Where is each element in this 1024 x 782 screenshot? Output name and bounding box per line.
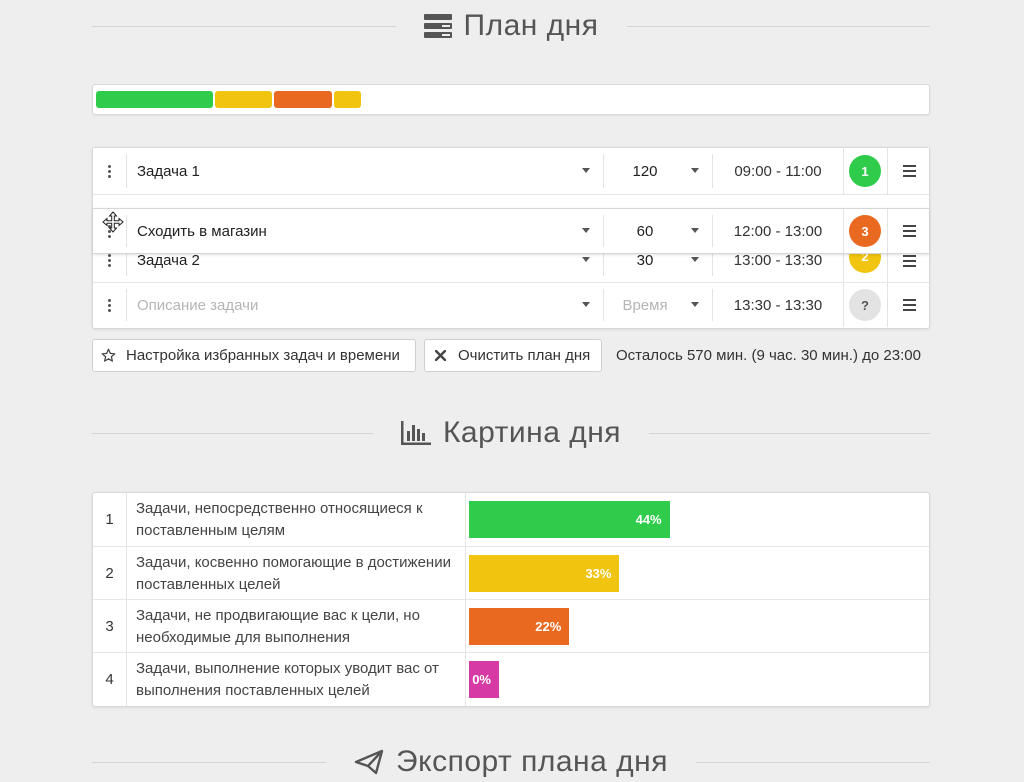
bar-chart-icon xyxy=(400,421,431,445)
percent-label: 44% xyxy=(635,512,662,527)
percent-label: 33% xyxy=(585,566,612,581)
menu-icon[interactable] xyxy=(889,283,929,327)
category-percent-bar: 0% xyxy=(469,661,499,698)
percent-label: 0% xyxy=(472,672,491,687)
chevron-down-icon[interactable] xyxy=(582,228,590,233)
day-picture-table: 1 Задачи, непосредственно относящиеся к … xyxy=(92,492,930,707)
task-description-select[interactable]: Задача 1 xyxy=(137,148,597,194)
priority-badge[interactable]: 1 xyxy=(849,155,881,187)
chevron-down-icon[interactable] xyxy=(582,302,590,307)
chevron-down-icon[interactable] xyxy=(582,257,590,262)
category-text: Задачи, непосредственно относящиеся к по… xyxy=(136,499,423,539)
drag-handle-icon[interactable] xyxy=(93,148,126,194)
clear-plan-label: Очистить план дня xyxy=(458,347,591,364)
progress-segment xyxy=(215,91,272,108)
star-icon xyxy=(101,348,116,363)
export-section-header: Экспорт плана дня xyxy=(92,742,930,782)
section-title: Экспорт плана дня xyxy=(396,745,668,778)
new-task-description-select[interactable]: Описание задачи xyxy=(137,283,597,327)
chevron-down-icon[interactable] xyxy=(582,168,590,173)
category-text: Задачи, косвенно помогающие в достижении… xyxy=(136,553,451,593)
progress-segment xyxy=(274,91,332,108)
chevron-down-icon[interactable] xyxy=(691,302,699,307)
percent-label: 22% xyxy=(535,619,562,634)
priority-badge[interactable]: ? xyxy=(849,289,881,321)
move-cursor-icon xyxy=(102,211,124,238)
task-time: 12:00 - 13:00 xyxy=(733,222,823,240)
chevron-down-icon[interactable] xyxy=(691,257,699,262)
task-table: Задача 1 120 09:00 - 11:00 1 Задача 2 30… xyxy=(92,147,930,329)
drag-handle-icon[interactable] xyxy=(93,283,126,327)
page-title: План дня xyxy=(463,9,599,42)
section-title: Картина дня xyxy=(442,416,622,449)
category-row: 1 Задачи, непосредственно относящиеся к … xyxy=(93,493,929,546)
category-row: 4 Задачи, выполнение которых уводит вас … xyxy=(93,652,929,706)
category-percent-bar: 33% xyxy=(469,555,620,592)
day-progress-bar xyxy=(92,84,930,115)
task-row-dragging[interactable]: Сходить в магазин 60 12:00 - 13:00 3 xyxy=(93,208,929,254)
progress-segment xyxy=(334,91,361,108)
remaining-time-text: Осталось 570 мин. (9 час. 30 мин.) до 23… xyxy=(616,347,921,364)
close-icon xyxy=(435,350,446,361)
divider xyxy=(92,761,327,763)
plan-section-header: План дня xyxy=(92,6,931,46)
task-row: Задача 1 120 09:00 - 11:00 1 xyxy=(93,148,929,195)
divider xyxy=(695,761,930,763)
picture-section-header: Картина дня xyxy=(92,413,930,453)
row-number: 3 xyxy=(93,600,127,653)
priority-badge[interactable]: 3 xyxy=(849,215,881,247)
server-stack-icon xyxy=(423,14,452,38)
category-row: 2 Задачи, косвенно помогающие в достижен… xyxy=(93,546,929,600)
paper-plane-icon xyxy=(354,749,384,775)
menu-icon[interactable] xyxy=(889,209,929,253)
chevron-down-icon[interactable] xyxy=(691,168,699,173)
divider xyxy=(92,25,396,27)
category-text: Задачи, выполнение которых уводит вас от… xyxy=(136,659,439,699)
task-time: 09:00 - 11:00 xyxy=(734,162,822,180)
task-description-select[interactable]: Сходить в магазин xyxy=(137,209,597,253)
category-percent-bar: 22% xyxy=(469,608,570,645)
task-time: 13:30 - 13:30 xyxy=(733,296,823,314)
task-duration-select[interactable]: 120 xyxy=(605,148,685,194)
clear-plan-button[interactable]: Очистить план дня xyxy=(424,339,602,372)
favorites-settings-label: Настройка избранных задач и времени xyxy=(126,347,400,364)
favorites-settings-button[interactable]: Настройка избранных задач и времени xyxy=(92,339,416,372)
task-duration-select[interactable]: 60 xyxy=(605,209,685,253)
row-number: 4 xyxy=(93,653,127,706)
category-text: Задачи, не продвигающие вас к цели, но н… xyxy=(136,606,420,646)
divider xyxy=(649,432,930,434)
category-percent-bar: 44% xyxy=(469,501,670,538)
progress-segment xyxy=(96,91,213,108)
divider xyxy=(626,25,931,27)
row-number: 1 xyxy=(93,493,127,546)
divider xyxy=(92,432,373,434)
row-number: 2 xyxy=(93,547,127,600)
new-task-row: Описание задачи Время 13:30 - 13:30 ? xyxy=(93,283,929,327)
category-row: 3 Задачи, не продвигающие вас к цели, но… xyxy=(93,599,929,653)
new-task-duration-select[interactable]: Время xyxy=(605,283,685,327)
menu-icon[interactable] xyxy=(889,148,929,194)
chevron-down-icon[interactable] xyxy=(691,228,699,233)
